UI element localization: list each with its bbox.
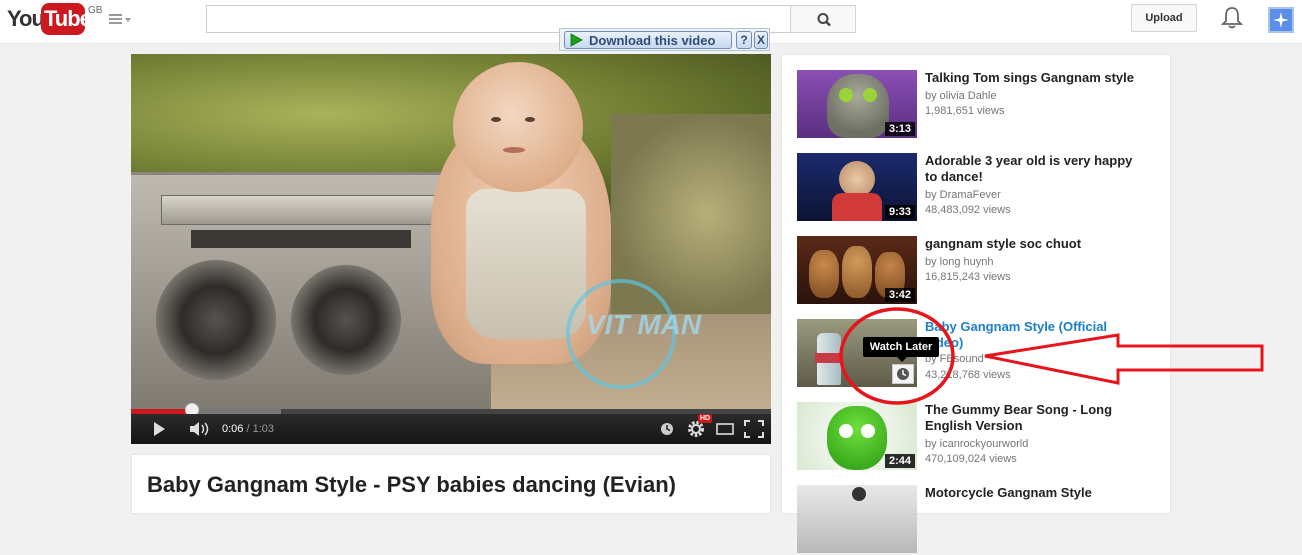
related-item[interactable]: 9:33 Adorable 3 year old is very happy t… (797, 153, 1167, 223)
related-title[interactable]: The Gummy Bear Song - Long English Versi… (925, 402, 1145, 434)
video-baby-head (453, 62, 583, 192)
related-channel: by icanrockyourworld (925, 438, 1029, 450)
watch-later-icon[interactable] (660, 422, 674, 436)
video-baby-eye-right (525, 117, 535, 122)
thumbnail-chipmunk-art (842, 246, 872, 298)
thumbnail-rider-art (852, 487, 866, 501)
hd-badge: HD (698, 414, 713, 423)
thumbnail-child-outfit (832, 193, 882, 221)
related-channel: by olivia Dahle (925, 90, 997, 102)
related-views: 470,109,024 views (925, 453, 1017, 465)
video-title-card: Baby Gangnam Style - PSY babies dancing … (131, 454, 771, 514)
download-toolbar: Download this video ? X (559, 28, 770, 51)
related-title[interactable]: Adorable 3 year old is very happy to dan… (925, 153, 1145, 185)
watch-later-button[interactable] (892, 364, 914, 384)
related-item[interactable]: 3:42 gangnam style soc chuot by long huy… (797, 236, 1167, 306)
related-channel: by DramaFever (925, 189, 1001, 201)
thumbnail-chipmunk-art (809, 250, 839, 298)
time-display: 0:06 / 1:03 (222, 423, 274, 435)
upload-button[interactable]: Upload (1131, 4, 1197, 32)
thumbnail-bear-eye (839, 424, 853, 438)
thumbnail-cat-eye (863, 88, 877, 102)
video-frame[interactable]: VIT MAN (131, 54, 771, 409)
youtube-logo[interactable]: You Tube GB (7, 3, 102, 35)
logo-tube-text: Tube (44, 6, 92, 31)
tooltip-arrow (897, 357, 907, 362)
thumbnail-bottle-label (815, 353, 843, 363)
video-duration: 2:44 (884, 454, 915, 468)
download-close-button[interactable]: X (754, 31, 768, 49)
related-title[interactable]: Talking Tom sings Gangnam style (925, 70, 1145, 86)
logo-tube-box: Tube (41, 3, 92, 35)
related-item[interactable]: 2:44 The Gummy Bear Song - Long English … (797, 402, 1167, 472)
related-title[interactable]: Motorcycle Gangnam Style (925, 485, 1145, 501)
player-controls: 0:06 / 1:03 HD (131, 414, 771, 444)
related-title[interactable]: Baby Gangnam Style (Official video) (925, 319, 1145, 351)
related-item-hovered[interactable]: Baby Gangnam Style (Official video) by F… (797, 319, 1167, 389)
play-arrow-icon (570, 33, 583, 47)
thumbnail-cat-eye (839, 88, 853, 102)
related-channel: by long huynh (925, 256, 994, 268)
related-views: 43,218,768 views (925, 369, 1011, 381)
video-duration: 9:33 (884, 205, 915, 219)
related-thumbnail[interactable] (797, 485, 917, 553)
related-videos: 3:13 Talking Tom sings Gangnam style by … (781, 54, 1171, 553)
duration-time: 1:03 (252, 423, 275, 435)
related-views: 16,815,243 views (925, 271, 1011, 283)
download-video-label: Download this video (589, 32, 716, 48)
play-icon[interactable] (151, 421, 167, 437)
video-boombox-speaker-right (291, 265, 401, 375)
watch-later-tooltip: Watch Later (863, 337, 939, 357)
thumbnail-child-art (839, 161, 875, 197)
sparkle-icon (1273, 12, 1289, 28)
download-help-button[interactable]: ? (736, 31, 752, 49)
chevron-down-icon (125, 18, 131, 22)
related-thumbnail[interactable]: 9:33 (797, 153, 917, 221)
avatar[interactable] (1268, 7, 1294, 33)
video-duration: 3:42 (884, 288, 915, 302)
related-views: 1,981,651 views (925, 105, 1005, 117)
related-thumbnail[interactable]: 3:13 (797, 70, 917, 138)
clock-icon (897, 368, 909, 380)
related-thumbnail[interactable]: 3:42 (797, 236, 917, 304)
current-time: 0:06 (222, 423, 244, 435)
video-boombox-dial (191, 230, 411, 248)
volume-icon[interactable] (189, 421, 211, 437)
menu-icon-bar (109, 22, 122, 24)
video-boombox-speaker-left (156, 260, 276, 380)
video-watermark-text: VIT MAN (586, 309, 702, 340)
search-icon (817, 13, 831, 27)
video-baby-eye-left (491, 117, 501, 122)
guide-menu-button[interactable] (106, 11, 134, 29)
thumbnail-gummy-bear-art (827, 406, 887, 470)
thumbnail-bear-eye (861, 424, 875, 438)
logo-you-text: You (7, 6, 45, 31)
menu-icon (109, 14, 122, 16)
video-baby-mouth (503, 147, 525, 153)
thumbnail-cat-art (827, 74, 889, 138)
search-button[interactable] (790, 5, 856, 33)
related-title[interactable]: gangnam style soc chuot (925, 236, 1145, 252)
download-video-button[interactable]: Download this video (564, 31, 732, 49)
related-thumbnail[interactable]: 2:44 (797, 402, 917, 470)
page-title: Baby Gangnam Style - PSY babies dancing … (147, 472, 676, 497)
related-item[interactable]: Motorcycle Gangnam Style (797, 485, 1167, 555)
related-views: 48,483,092 views (925, 204, 1011, 216)
video-player[interactable]: VIT MAN 0:06 / 1:03 HD (131, 54, 771, 444)
bell-icon[interactable] (1221, 6, 1243, 30)
logo-region-code: GB (88, 5, 103, 16)
video-boombox-panel (161, 195, 451, 225)
video-duration: 3:13 (884, 122, 915, 136)
menu-icon-bar (109, 18, 122, 20)
time-separator: / (243, 423, 253, 435)
fullscreen-icon[interactable] (744, 420, 764, 438)
theater-mode-icon[interactable] (716, 423, 734, 435)
related-item[interactable]: 3:13 Talking Tom sings Gangnam style by … (797, 70, 1167, 140)
